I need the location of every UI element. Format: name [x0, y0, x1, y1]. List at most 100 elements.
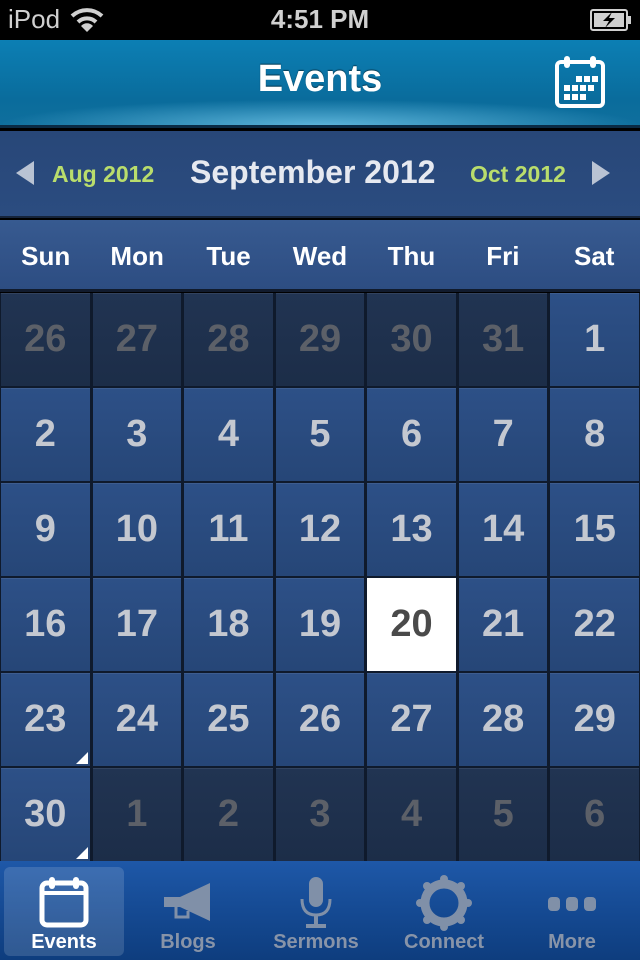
calendar-day[interactable]: 3	[92, 388, 182, 481]
calendar-day[interactable]: 8	[550, 388, 639, 481]
calendar-day[interactable]: 7	[458, 388, 548, 481]
day-number: 7	[492, 413, 514, 455]
weekday-label: Wed	[292, 241, 348, 271]
calendar-day[interactable]: 29	[550, 673, 639, 766]
calendar-day[interactable]: 30	[1, 768, 90, 861]
microphone-icon	[300, 877, 332, 928]
weekday-label: Tue	[206, 241, 251, 271]
day-number: 8	[584, 413, 606, 455]
event-marker-icon	[75, 752, 88, 764]
tab-events[interactable]: Events	[4, 867, 124, 956]
tab-blogs[interactable]: Blogs	[124, 867, 252, 956]
day-number: 25	[207, 698, 250, 740]
calendar-day[interactable]: 28	[184, 293, 273, 386]
calendar-day[interactable]: 6	[550, 768, 639, 861]
calendar-day[interactable]: 11	[184, 483, 273, 576]
calendar-day[interactable]: 9	[1, 483, 90, 576]
calendar-day[interactable]: 4	[367, 768, 456, 861]
calendar-day[interactable]: 1	[92, 768, 182, 861]
triangle-left-icon[interactable]	[16, 161, 34, 185]
day-number: 11	[208, 508, 249, 550]
tab-more[interactable]: More	[508, 867, 636, 956]
calendar-day[interactable]: 28	[458, 673, 548, 766]
day-number: 24	[115, 698, 158, 740]
people-circle-icon	[416, 875, 472, 931]
day-number: 9	[34, 508, 56, 550]
previous-month-button[interactable]: Aug 2012	[52, 161, 154, 188]
calendar-day[interactable]: 27	[92, 293, 182, 386]
calendar-day[interactable]: 13	[367, 483, 456, 576]
calendar-day[interactable]: 29	[275, 293, 365, 386]
triangle-right-icon[interactable]	[592, 161, 610, 185]
weekday-label: Fri	[486, 241, 520, 271]
calendar-day[interactable]: 18	[184, 578, 273, 671]
calendar-day[interactable]: 1	[550, 293, 639, 386]
next-month-button[interactable]: Oct 2012	[470, 161, 566, 188]
calendar-day[interactable]: 3	[275, 768, 365, 861]
calendar-day[interactable]: 23	[1, 673, 90, 766]
tab-label: More	[548, 931, 596, 953]
day-number: 6	[400, 413, 423, 455]
megaphone-icon	[164, 883, 210, 921]
calendar-day[interactable]: 31	[458, 293, 548, 386]
page-title: Events	[257, 58, 383, 100]
day-number: 4	[400, 793, 423, 835]
calendar-day[interactable]: 6	[367, 388, 456, 481]
calendar-day[interactable]: 27	[367, 673, 456, 766]
day-number: 27	[390, 698, 433, 740]
day-number: 5	[309, 413, 331, 455]
calendar-day[interactable]: 14	[458, 483, 548, 576]
calendar-day[interactable]: 22	[550, 578, 639, 671]
calendar-day[interactable]: 26	[1, 293, 90, 386]
calendar-day[interactable]: 17	[92, 578, 182, 671]
day-number: 20	[390, 603, 433, 645]
calendar-day[interactable]: 30	[367, 293, 456, 386]
day-number: 2	[217, 793, 239, 835]
day-number: 13	[390, 508, 433, 550]
day-number: 31	[481, 318, 525, 360]
calendar-day[interactable]: 5	[275, 388, 365, 481]
calendar-icon[interactable]	[554, 54, 606, 110]
nav-bar: Events	[0, 40, 640, 128]
calendar-day[interactable]: 10	[92, 483, 182, 576]
weekday-label: Sat	[574, 241, 615, 271]
calendar-day[interactable]: 25	[184, 673, 273, 766]
clock: 4:51 PM	[270, 4, 370, 34]
calendar-day[interactable]: 26	[275, 673, 365, 766]
day-number: 22	[573, 603, 616, 645]
calendar-day[interactable]: 16	[1, 578, 90, 671]
day-number: 19	[298, 603, 342, 645]
calendar-day[interactable]: 2	[1, 388, 90, 481]
day-number: 6	[584, 793, 606, 835]
weekday-label: Thu	[387, 241, 436, 271]
calendar-day[interactable]: 12	[275, 483, 365, 576]
tab-sermons[interactable]: Sermons	[252, 867, 380, 956]
day-number: 16	[24, 603, 67, 645]
day-number: 26	[298, 698, 342, 740]
calendar-day[interactable]: 24	[92, 673, 182, 766]
more-dots-icon	[548, 897, 596, 911]
day-number: 29	[573, 698, 616, 740]
calendar-day[interactable]: 5	[458, 768, 548, 861]
battery-charging-icon	[590, 9, 631, 31]
day-number: 12	[298, 508, 342, 550]
calendar-day-selected[interactable]: 20	[367, 578, 456, 671]
day-number: 4	[217, 413, 239, 455]
tab-connect[interactable]: Connect	[380, 867, 508, 956]
weekday-label: Mon	[110, 241, 164, 271]
day-number: 28	[207, 318, 250, 360]
calendar-day[interactable]: 19	[275, 578, 365, 671]
calendar-day[interactable]: 15	[550, 483, 639, 576]
tab-label: Blogs	[160, 931, 216, 953]
tab-label: Sermons	[273, 931, 359, 953]
day-number: 29	[298, 318, 342, 360]
calendar-day[interactable]: 2	[184, 768, 273, 861]
day-number: 23	[24, 698, 67, 740]
day-number: 3	[309, 793, 331, 835]
day-number: 2	[34, 413, 56, 455]
calendar-day[interactable]: 21	[458, 578, 548, 671]
tab-label: Events	[31, 931, 97, 953]
calendar-day[interactable]: 4	[184, 388, 273, 481]
weekday-label: Sun	[21, 241, 71, 271]
day-number: 30	[24, 793, 67, 835]
